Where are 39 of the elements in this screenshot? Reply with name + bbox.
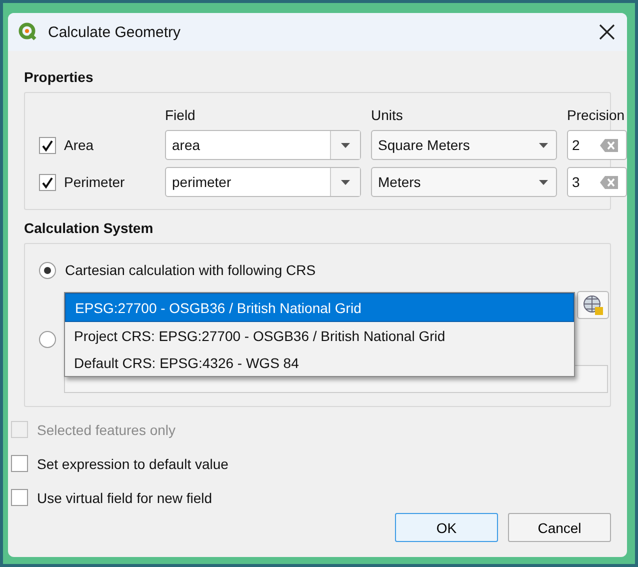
dropdown-item[interactable]: Default CRS: EPSG:4326 - WGS 84 bbox=[65, 349, 574, 376]
checkbox-label: Use virtual field for new field bbox=[37, 490, 212, 506]
precision-field[interactable]: 3 bbox=[567, 167, 627, 197]
checkbox-label: Selected features only bbox=[37, 422, 176, 438]
crs-select-button[interactable] bbox=[577, 291, 609, 319]
radio-label: Cartesian calculation with following CRS bbox=[65, 262, 316, 278]
clear-icon[interactable] bbox=[600, 138, 618, 152]
checkbox[interactable] bbox=[39, 174, 56, 190]
caret-icon bbox=[539, 180, 548, 184]
radio-button[interactable] bbox=[39, 330, 56, 348]
units-dropdown[interactable]: Meters bbox=[371, 167, 557, 197]
caret-icon bbox=[341, 180, 350, 184]
column-header: Units bbox=[371, 106, 404, 123]
section-heading: Properties bbox=[24, 69, 94, 85]
field-combo[interactable]: perimeter bbox=[165, 167, 361, 197]
checkbox[interactable] bbox=[39, 136, 56, 154]
checkbox[interactable] bbox=[11, 455, 28, 472]
precision-field[interactable]: 2 bbox=[567, 130, 627, 160]
checkbox[interactable] bbox=[11, 489, 28, 506]
app-logo-icon bbox=[18, 22, 38, 42]
caret-icon bbox=[341, 142, 350, 148]
checkbox-label: Area bbox=[64, 137, 94, 153]
caret-icon bbox=[539, 142, 548, 148]
dropdown-item[interactable]: EPSG:27700 - OSGB36 / British National Grid bbox=[65, 293, 574, 322]
dialog-button[interactable]: OK bbox=[395, 513, 498, 542]
column-header: Field bbox=[165, 106, 196, 123]
checkbox-label: Set expression to default value bbox=[37, 456, 228, 472]
dropdown-item[interactable]: Project CRS: EPSG:27700 - OSGB36 / British National Grid bbox=[65, 322, 574, 349]
dialog-button[interactable]: Cancel bbox=[508, 513, 611, 542]
section-heading: Calculation System bbox=[24, 220, 154, 236]
checkbox-label: Perimeter bbox=[64, 174, 125, 190]
radio-button[interactable] bbox=[39, 262, 56, 278]
field-combo[interactable]: area bbox=[165, 130, 361, 160]
globe-icon bbox=[582, 294, 604, 316]
column-header: Precision bbox=[567, 106, 626, 123]
window-title: Calculate Geometry bbox=[48, 24, 182, 40]
close-icon[interactable] bbox=[597, 22, 617, 42]
units-dropdown[interactable]: Square Meters bbox=[371, 130, 557, 160]
clear-icon[interactable] bbox=[600, 176, 618, 188]
